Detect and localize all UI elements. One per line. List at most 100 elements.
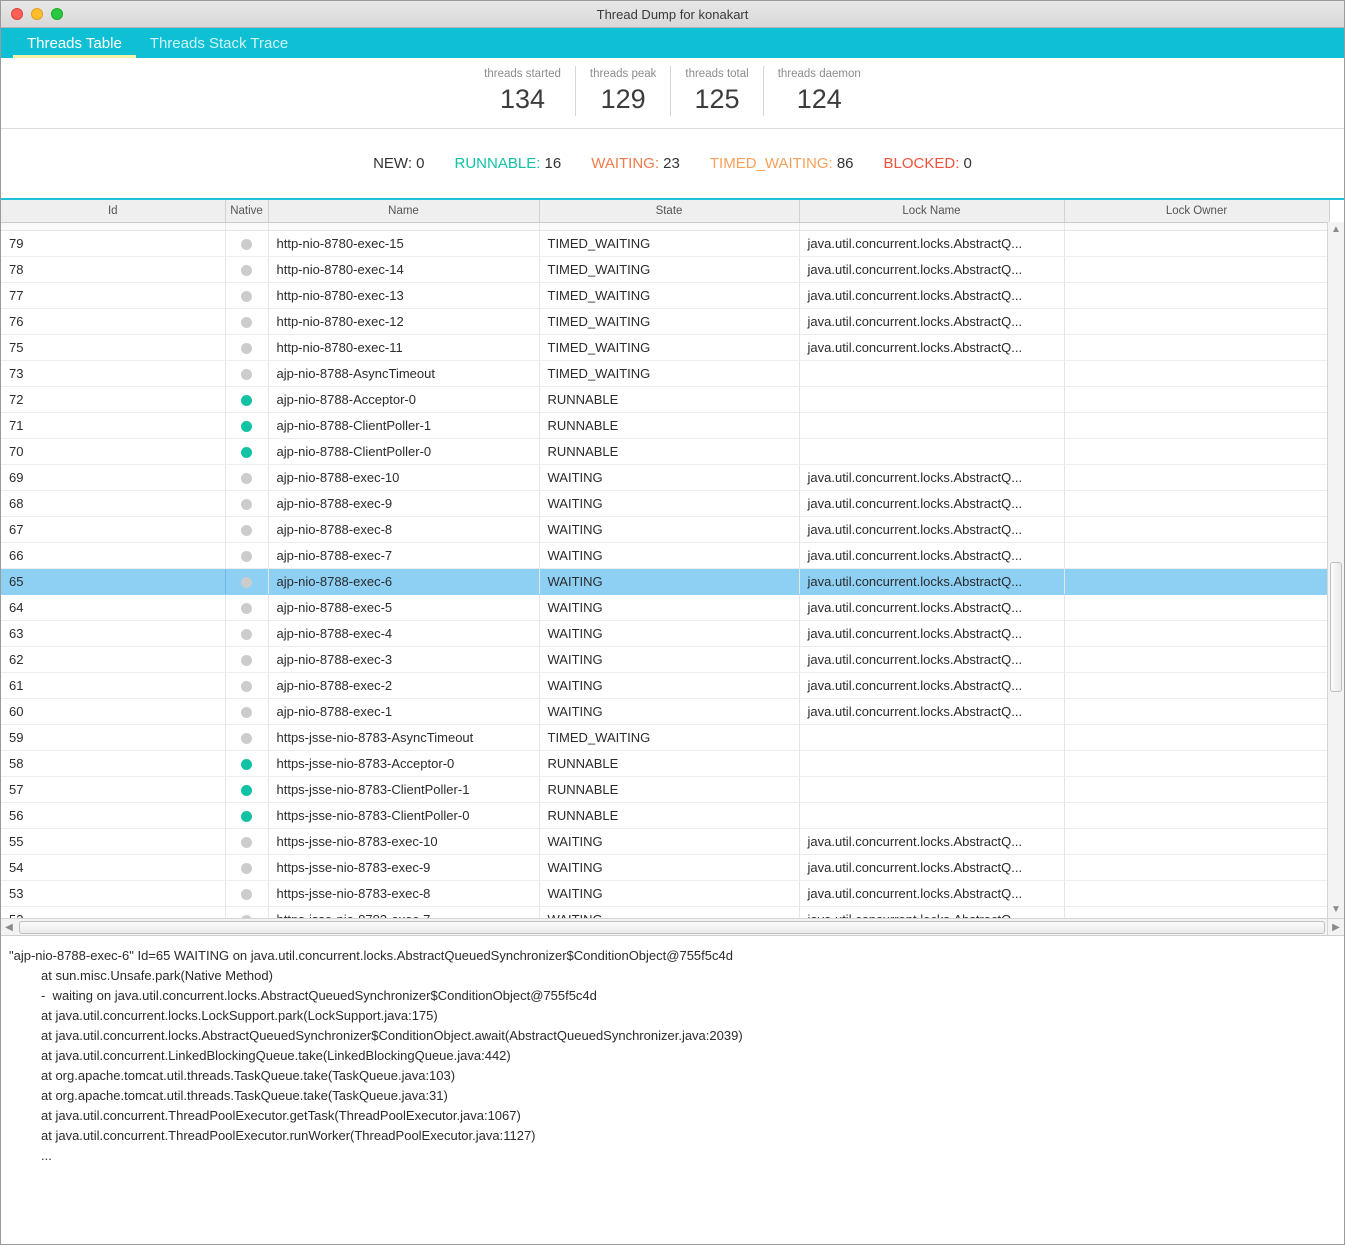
- cell-native: [225, 854, 269, 881]
- table-row[interactable]: 64 ajp-nio-8788-exec-5 WAITING java.util.co…: [1, 594, 1330, 621]
- table-row[interactable]: 79 http-nio-8780-exec-15 TIMED_WAITING java…: [1, 230, 1330, 257]
- scroll-left-arrow-icon[interactable]: ◀: [1, 919, 17, 936]
- state-label: NEW:: [373, 155, 412, 172]
- column-header-name[interactable]: Name: [268, 200, 540, 223]
- native-true-dot-icon: [241, 420, 252, 432]
- cell-lock-name: java.util.concurrent.locks.AbstractQ...: [799, 256, 1065, 283]
- stat-threads-total: threads total 125: [670, 66, 762, 116]
- table-row[interactable]: 63 ajp-nio-8788-exec-4 WAITING java.util.co…: [1, 620, 1330, 647]
- column-header-lock-name[interactable]: Lock Name: [799, 200, 1065, 223]
- cell-native: [225, 438, 269, 465]
- cell-lock-name: java.util.concurrent.locks.AbstractQ...: [799, 334, 1065, 361]
- column-header-native[interactable]: Native: [225, 200, 269, 223]
- table-row[interactable]: 57 https-jsse-nio-8783-ClientPoller-1 RUNN…: [1, 776, 1330, 803]
- cell-name: ajp-nio-8788-ClientPoller-1: [268, 412, 540, 439]
- table-row[interactable]: 78 http-nio-8780-exec-14 TIMED_WAITING java…: [1, 256, 1330, 283]
- table-row[interactable]: 66 ajp-nio-8788-exec-7 WAITING java.util.co…: [1, 542, 1330, 569]
- table-row[interactable]: 55 https-jsse-nio-8783-exec-10 WAITING java…: [1, 828, 1330, 855]
- cell-name: ajp-nio-8788-AsyncTimeout: [268, 360, 540, 387]
- state-label: WAITING:: [591, 155, 660, 172]
- horizontal-scroll-thumb[interactable]: [19, 920, 1325, 934]
- native-true-dot-icon: [241, 394, 252, 406]
- tab-threads-table-label: Threads Table: [27, 34, 122, 52]
- native-false-dot-icon: [241, 550, 252, 562]
- scroll-up-arrow-icon[interactable]: ▲: [1328, 222, 1344, 238]
- window-controls: [1, 8, 63, 20]
- cell-name: http-nio-8780-exec-12: [268, 308, 540, 335]
- close-window-icon[interactable]: [11, 8, 23, 20]
- table-row[interactable]: 70 ajp-nio-8788-ClientPoller-0 RUNNABLE: [1, 438, 1330, 465]
- cell-lock-owner: [1064, 880, 1330, 907]
- cell-name: https-jsse-nio-8783-exec-8: [268, 880, 540, 907]
- cell-lock-owner: [1064, 222, 1330, 231]
- cell-state: WAITING: [539, 542, 800, 569]
- cell-id: 64: [1, 594, 226, 621]
- cell-id: [1, 222, 226, 231]
- column-header-lock-owner[interactable]: Lock Owner: [1064, 200, 1330, 223]
- cell-state: WAITING: [539, 594, 800, 621]
- table-row[interactable]: 69 ajp-nio-8788-exec-10 WAITING java.util.c…: [1, 464, 1330, 491]
- cell-lock-name: [799, 724, 1065, 751]
- table-row[interactable]: 72 ajp-nio-8788-Acceptor-0 RUNNABLE: [1, 386, 1330, 413]
- minimize-window-icon[interactable]: [31, 8, 43, 20]
- scroll-right-arrow-icon[interactable]: ▶: [1327, 918, 1344, 935]
- cell-native: [225, 386, 269, 413]
- cell-id: 59: [1, 724, 226, 751]
- table-header-row: Id Native Name State Lock Name Lock Owne…: [1, 200, 1330, 223]
- scroll-down-arrow-icon[interactable]: ▼: [1328, 902, 1344, 918]
- cell-state: TIMED_WAITING: [539, 360, 800, 387]
- cell-native: [225, 282, 269, 309]
- table-vertical-scrollbar[interactable]: ▲ ▼: [1327, 222, 1344, 918]
- cell-native: [225, 672, 269, 699]
- table-row[interactable]: 75 http-nio-8780-exec-11 TIMED_WAITING java…: [1, 334, 1330, 361]
- stack-trace-line: at java.util.concurrent.ThreadPoolExecut…: [41, 1108, 521, 1123]
- cell-lock-name: java.util.concurrent.locks.AbstractQ...: [799, 672, 1065, 699]
- column-header-id[interactable]: Id: [1, 200, 226, 223]
- cell-lock-name: java.util.concurrent.locks.AbstractQ...: [799, 542, 1065, 569]
- cell-lock-name: java.util.concurrent.locks.AbstractQ...: [799, 646, 1065, 673]
- cell-lock-name: [799, 802, 1065, 829]
- cell-state: WAITING: [539, 672, 800, 699]
- table-row[interactable]: 60 ajp-nio-8788-exec-1 WAITING java.util.co…: [1, 698, 1330, 725]
- cell-state: WAITING: [539, 490, 800, 517]
- table-horizontal-scrollbar[interactable]: ◀: [1, 918, 1327, 935]
- native-false-dot-icon: [241, 862, 252, 874]
- table-row[interactable]: 56 https-jsse-nio-8783-ClientPoller-0 RUNN…: [1, 802, 1330, 829]
- table-row[interactable]: [1, 222, 1330, 231]
- cell-id: 78: [1, 256, 226, 283]
- tab-threads-stack-trace[interactable]: Threads Stack Trace: [136, 28, 302, 58]
- cell-lock-owner: [1064, 672, 1330, 699]
- tab-threads-table[interactable]: Threads Table: [13, 28, 136, 58]
- cell-id: 65: [1, 568, 226, 595]
- cell-native: [225, 230, 269, 257]
- native-true-dot-icon: [241, 758, 252, 770]
- table-row[interactable]: 62 ajp-nio-8788-exec-3 WAITING java.util.co…: [1, 646, 1330, 673]
- cell-native: [225, 880, 269, 907]
- cell-lock-owner: [1064, 594, 1330, 621]
- zoom-window-icon[interactable]: [51, 8, 63, 20]
- table-row[interactable]: 61 ajp-nio-8788-exec-2 WAITING java.util.co…: [1, 672, 1330, 699]
- table-row[interactable]: 71 ajp-nio-8788-ClientPoller-1 RUNNABLE: [1, 412, 1330, 439]
- column-header-state[interactable]: State: [539, 200, 800, 223]
- table-row[interactable]: 53 https-jsse-nio-8783-exec-8 WAITING java.…: [1, 880, 1330, 907]
- cell-id: 61: [1, 672, 226, 699]
- table-row[interactable]: 65 ajp-nio-8788-exec-6 WAITING java.util.co…: [1, 568, 1330, 595]
- cell-id: 79: [1, 230, 226, 257]
- table-row[interactable]: 59 https-jsse-nio-8783-AsyncTimeout TIMED_…: [1, 724, 1330, 751]
- table-row[interactable]: 77 http-nio-8780-exec-13 TIMED_WAITING java…: [1, 282, 1330, 309]
- table-row[interactable]: 73 ajp-nio-8788-AsyncTimeout TIMED_WAITING: [1, 360, 1330, 387]
- vertical-scroll-thumb[interactable]: [1330, 562, 1342, 692]
- table-row[interactable]: 54 https-jsse-nio-8783-exec-9 WAITING java.…: [1, 854, 1330, 881]
- stack-trace-line: at org.apache.tomcat.util.threads.TaskQu…: [41, 1068, 456, 1083]
- table-row[interactable]: 76 http-nio-8780-exec-12 TIMED_WAITING java…: [1, 308, 1330, 335]
- cell-state: TIMED_WAITING: [539, 256, 800, 283]
- state-label: TIMED_WAITING:: [709, 155, 833, 172]
- stack-trace-line: - waiting on java.util.concurrent.locks.…: [41, 988, 597, 1003]
- table-row[interactable]: 58 https-jsse-nio-8783-Acceptor-0 RUNNABLE: [1, 750, 1330, 777]
- cell-name: ajp-nio-8788-exec-2: [268, 672, 540, 699]
- cell-name: ajp-nio-8788-exec-4: [268, 620, 540, 647]
- window-title: Thread Dump for konakart: [596, 6, 749, 22]
- cell-lock-name: java.util.concurrent.locks.AbstractQ...: [799, 464, 1065, 491]
- table-row[interactable]: 67 ajp-nio-8788-exec-8 WAITING java.util.co…: [1, 516, 1330, 543]
- table-row[interactable]: 68 ajp-nio-8788-exec-9 WAITING java.util.co…: [1, 490, 1330, 517]
